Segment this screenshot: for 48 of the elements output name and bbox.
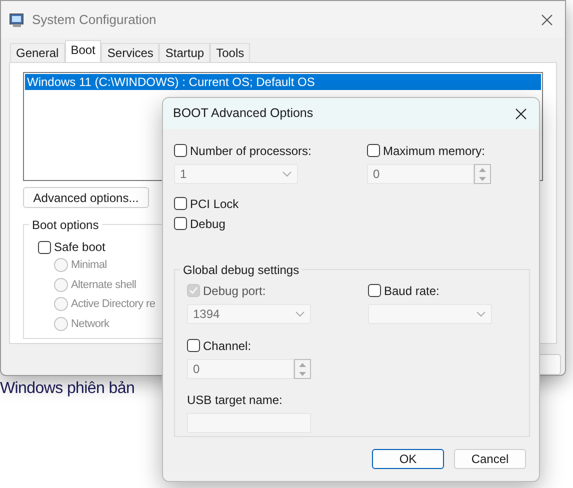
checkbox[interactable] [368,284,381,297]
dropdown[interactable]: 1394 [187,304,311,324]
dropdown-value: 1394 [193,306,220,323]
checkbox-label: Channel: [203,338,252,354]
checkbox-label: Number of processors: [190,142,312,160]
dialog-title: BOOT Advanced Options [173,105,314,122]
number-field[interactable]: 0 [367,164,474,184]
chevron-down-icon [295,311,305,317]
radio-label: Alternate shell [71,278,136,293]
checkbox-label: Safe boot [54,239,106,256]
down-arrow-icon [479,176,486,180]
close-icon[interactable] [541,14,553,26]
checkbox[interactable] [174,144,187,157]
checkbox[interactable] [187,339,200,352]
checkbox-label: Debug [190,216,226,232]
tab[interactable]: General [10,43,65,62]
checkbox-label: Maximum memory: [383,142,486,160]
checkbox-label: PCI Lock [190,196,239,212]
dialog-button[interactable]: Cancel [454,449,526,469]
tab[interactable]: Startup [159,43,210,62]
tab[interactable]: Boot [64,40,102,62]
field-label: USB target name: [187,392,284,409]
radio-label: Active Directory re [71,297,156,312]
tab[interactable]: Services [101,43,160,62]
dropdown-value: 1 [180,166,187,183]
down-arrow-icon [299,372,306,376]
dialog-button[interactable]: OK [372,449,444,469]
number-field[interactable]: 0 [187,359,294,379]
up-arrow-icon [479,168,486,172]
chevron-down-icon [476,311,486,317]
advanced-options-button[interactable]: Advanced options... [23,187,149,208]
list-item[interactable]: Windows 11 (C:\WINDOWS) : Current OS; Default OS [25,74,541,90]
checkbox[interactable] [174,197,187,210]
checkbox-label: Baud rate: [384,282,440,300]
radio-label: Minimal [71,258,107,274]
radio-label: Network [71,316,110,332]
monitor-icon [9,12,25,28]
chevron-down-icon [282,171,292,177]
checkbox[interactable] [367,144,380,157]
window-title: System Configuration [32,10,158,29]
tab[interactable]: Tools [210,43,250,62]
checkbox-label: Debug port: [203,282,266,300]
dropdown[interactable]: 1 [174,164,298,184]
checkbox[interactable] [174,217,187,230]
close-icon[interactable] [515,108,527,120]
up-arrow-icon [299,362,306,366]
checkbox[interactable] [38,240,51,254]
background-text: Windows phiên bản [0,380,135,397]
